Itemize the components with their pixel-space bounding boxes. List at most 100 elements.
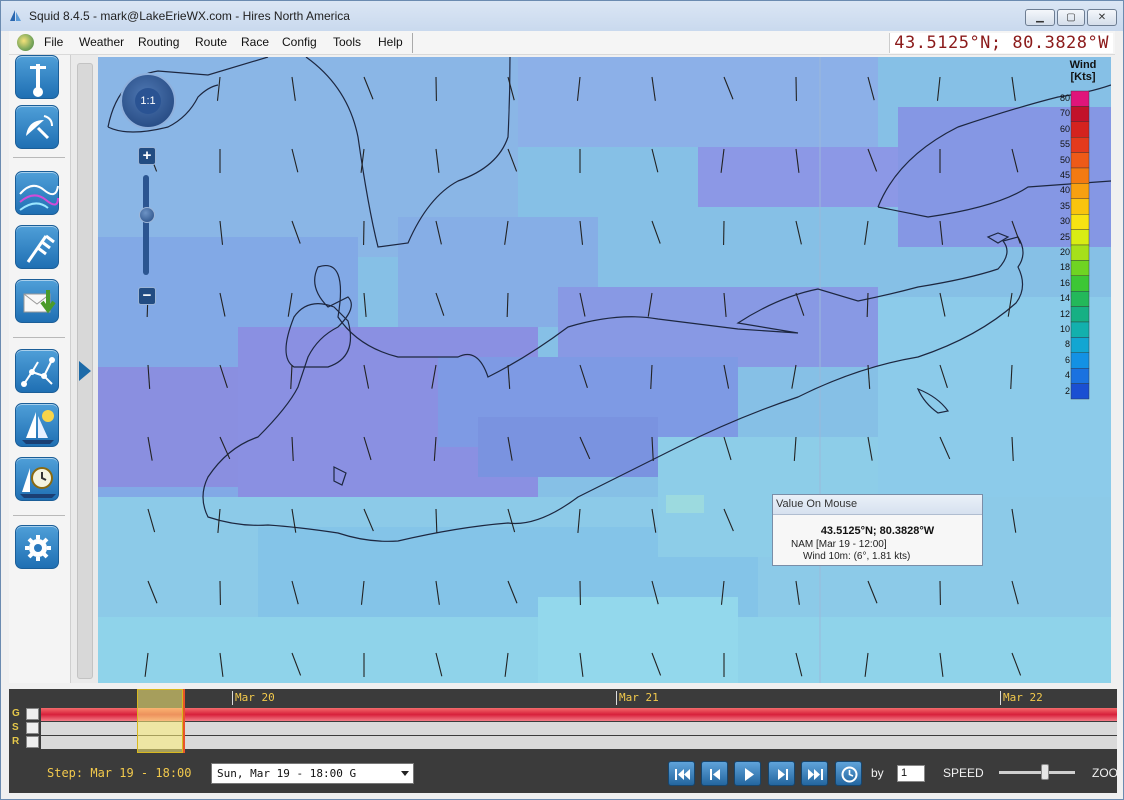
map-pan-control[interactable]: 1:1 — [120, 73, 176, 129]
menu-tools[interactable]: Tools — [333, 35, 361, 49]
maximize-icon: ▢ — [1066, 12, 1076, 23]
settings-button[interactable] — [15, 525, 59, 569]
map-canvas[interactable] — [98, 57, 1111, 683]
isobar-map-icon — [19, 184, 59, 211]
toolbar-separator — [13, 337, 65, 338]
timeline-date: Mar 20 — [235, 691, 275, 704]
sailboat-clock-icon — [20, 467, 56, 498]
route-data-track[interactable] — [41, 736, 1117, 749]
legend-label: 70 — [1059, 108, 1070, 119]
zoom-out-button[interactable]: − — [138, 287, 156, 305]
toolbar-separator — [13, 157, 65, 158]
step-by-spinner[interactable]: 1 — [897, 765, 925, 782]
legend-label: 25 — [1059, 231, 1070, 242]
legend-label: 40 — [1059, 185, 1070, 196]
timeline-cursor[interactable] — [183, 689, 185, 753]
grib-data-track[interactable] — [41, 708, 1117, 721]
zoom-slider-handle[interactable] — [139, 207, 155, 223]
side-panel-toggle[interactable] — [71, 55, 98, 683]
step-by-value: 1 — [901, 767, 908, 779]
legend-swatch — [1070, 198, 1090, 215]
legend-label: 2 — [1064, 385, 1070, 396]
first-icon — [675, 769, 690, 780]
chevron-down-icon — [401, 771, 409, 776]
step-forward-button[interactable] — [768, 761, 795, 786]
speed-slider[interactable] — [999, 771, 1075, 774]
legend-label: 4 — [1064, 370, 1070, 381]
cursor-coordinates: 43.5125°N; 80.3828°W — [894, 33, 1109, 53]
step-label: Step: Mar 19 - 18:00 — [47, 766, 192, 780]
menu-config[interactable]: Config — [282, 35, 317, 49]
legend-swatch — [1070, 229, 1090, 246]
tooltip-title: Value On Mouse — [773, 495, 982, 515]
menu-help[interactable]: Help — [378, 35, 403, 49]
expand-arrow-icon[interactable] — [79, 361, 91, 381]
legend-title-line2: [Kts] — [1070, 71, 1096, 83]
grib-row-checkbox[interactable] — [26, 708, 39, 720]
legend-swatch — [1070, 90, 1090, 107]
timeline-tick — [1000, 691, 1001, 705]
speed-label: SPEED — [943, 766, 984, 780]
minimize-button[interactable]: ▁ — [1025, 9, 1055, 26]
title-bar: Squid 8.4.5 - mark@LakeErieWX.com - Hire… — [1, 1, 1123, 31]
menu-race[interactable]: Race — [241, 35, 269, 49]
legend-label: 16 — [1059, 277, 1070, 288]
legend-swatch — [1070, 337, 1090, 353]
zoom-reset-button[interactable]: 1:1 — [135, 88, 161, 114]
step-back-icon — [710, 769, 720, 780]
legend-title-line1: Wind — [1069, 59, 1097, 71]
legend-label: 35 — [1059, 200, 1070, 211]
timeline-selection[interactable] — [137, 689, 183, 753]
legend-label: 6 — [1064, 354, 1070, 365]
first-frame-button[interactable] — [668, 761, 695, 786]
sailboat-clock-button[interactable] — [15, 457, 59, 501]
step-back-button[interactable] — [701, 761, 728, 786]
legend-label: 10 — [1059, 324, 1070, 334]
menu-weather[interactable]: Weather — [79, 35, 124, 49]
isobar-map-button[interactable] — [15, 171, 59, 215]
zoom-in-button[interactable]: + — [138, 147, 156, 165]
close-button[interactable]: ✕ — [1087, 9, 1117, 26]
gear-icon — [25, 535, 51, 561]
satellite-dish-icon — [26, 115, 53, 140]
left-toolbar — [9, 55, 71, 683]
time-select[interactable]: Sun, Mar 19 - 18:00 G — [211, 763, 414, 784]
legend-title: Wind [Kts] — [1058, 59, 1108, 83]
last-frame-button[interactable] — [801, 761, 828, 786]
menu-route[interactable]: Route — [195, 35, 227, 49]
globe-icon[interactable] — [17, 34, 34, 51]
weather-map[interactable]: 1:1 + − Wind [Kts] 80 70 60 55 50 45 40 35 30 25 2… — [98, 57, 1111, 683]
timeline-tick — [232, 691, 233, 705]
legend-label: 80 — [1059, 93, 1070, 103]
legend-label: 8 — [1064, 339, 1070, 350]
close-icon: ✕ — [1097, 12, 1107, 23]
zoom-slider[interactable] — [143, 175, 149, 275]
legend-label: 60 — [1059, 123, 1070, 134]
play-button[interactable] — [734, 761, 761, 786]
legend-swatch — [1070, 167, 1090, 184]
menu-file[interactable]: File — [44, 35, 63, 49]
route-row-checkbox[interactable] — [26, 736, 39, 748]
speed-slider-handle[interactable] — [1040, 764, 1049, 780]
legend-label: 12 — [1059, 308, 1070, 319]
timeline[interactable]: Mar 20 Mar 21 Mar 22 G S R — [9, 689, 1117, 753]
weather-station-button[interactable] — [15, 55, 59, 99]
now-button[interactable] — [835, 761, 862, 786]
legend-swatch — [1070, 290, 1090, 307]
play-icon — [745, 768, 754, 781]
timeline-row-label-g: G — [12, 708, 20, 719]
maximize-button[interactable]: ▢ — [1057, 9, 1085, 26]
legend-label: 55 — [1059, 139, 1070, 150]
satellite-button[interactable] — [15, 105, 59, 149]
legend-label: 45 — [1059, 170, 1070, 180]
time-select-value: Sun, Mar 19 - 18:00 G — [217, 767, 357, 780]
sailboat-weather-button[interactable] — [15, 403, 59, 447]
legend-swatch — [1070, 352, 1090, 369]
routing-network-button[interactable] — [15, 349, 59, 393]
wind-barb-button[interactable] — [15, 225, 59, 269]
satellite-row-checkbox[interactable] — [26, 722, 39, 734]
menu-routing[interactable]: Routing — [138, 35, 179, 49]
tooltip-wind: Wind 10m: (6°, 1.81 kts) — [803, 551, 911, 562]
satellite-data-track[interactable] — [41, 722, 1117, 735]
mail-download-button[interactable] — [15, 279, 59, 323]
